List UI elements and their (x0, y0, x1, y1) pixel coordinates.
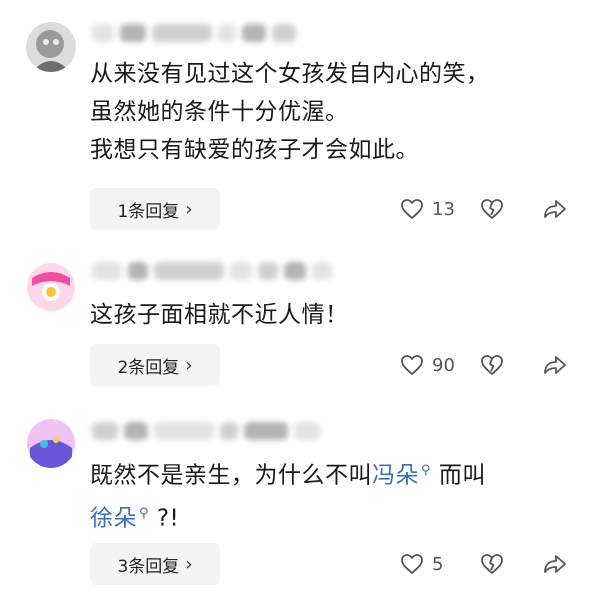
like-button[interactable]: 5 (400, 553, 480, 575)
comment-text-segment: 而叫 (431, 462, 486, 489)
comment-line: 从来没有见过这个女孩发自内心的笑， (90, 61, 490, 87)
like-count: 5 (432, 553, 444, 575)
chevron-right-icon: › (185, 354, 193, 376)
broken-heart-icon[interactable] (480, 553, 540, 575)
reply-count-label: 3条回复 (117, 556, 180, 577)
comment-actions: 90 (400, 344, 570, 386)
view-replies-button[interactable]: 2条回复 › (90, 344, 220, 386)
view-replies-button[interactable]: 3条回复 › (90, 543, 220, 585)
like-button[interactable]: 90 (400, 354, 480, 376)
comment-text: 从来没有见过这个女孩发自内心的笑， 虽然她的条件十分优渥。 我想只有缺爱的孩子才… (90, 55, 490, 169)
share-arrow-icon[interactable] (540, 198, 570, 220)
share-arrow-icon[interactable] (540, 354, 570, 376)
comment-text-segment: ?! (149, 505, 180, 532)
comment-text-segment: 既然不是亲生，为什么不叫 (90, 462, 372, 489)
like-button[interactable]: 13 (400, 198, 480, 220)
comment-line: 既然不是亲生，为什么不叫冯朵 ⚲ 而叫 (90, 452, 486, 495)
username-redacted[interactable] (92, 418, 320, 444)
comment-text: 既然不是亲生，为什么不叫冯朵 ⚲ 而叫 徐朵 ⚲ ?! (90, 452, 486, 537)
avatar[interactable] (26, 262, 76, 312)
heart-outline-icon[interactable] (400, 354, 424, 376)
chevron-right-icon: › (185, 198, 193, 220)
username-redacted[interactable] (92, 258, 332, 284)
like-count: 13 (432, 198, 455, 220)
comment-actions: 5 (400, 543, 570, 585)
reply-count-label: 2条回复 (117, 357, 180, 378)
comment-line: 虽然她的条件十分优渥。 (90, 99, 349, 125)
comment-line: 我想只有缺爱的孩子才会如此。 (90, 137, 419, 163)
comment-actions: 13 (400, 188, 570, 230)
like-count: 90 (432, 354, 455, 376)
share-arrow-icon[interactable] (540, 553, 570, 575)
view-replies-button[interactable]: 1条回复 › (90, 188, 220, 230)
comment-line: 徐朵 ⚲ ?! (90, 495, 486, 538)
username-redacted[interactable] (92, 20, 296, 46)
heart-outline-icon[interactable] (400, 198, 424, 220)
broken-heart-icon[interactable] (480, 198, 540, 220)
search-icon[interactable]: ⚲ (421, 452, 431, 490)
search-icon[interactable]: ⚲ (139, 495, 149, 533)
chevron-right-icon: › (185, 553, 193, 575)
avatar[interactable] (26, 418, 76, 468)
comment-text: 这孩子面相就不近人情！ (90, 296, 349, 334)
reply-count-label: 1条回复 (117, 201, 180, 222)
mention-link[interactable]: 冯朵 (372, 463, 419, 489)
comment-line: 这孩子面相就不近人情！ (90, 302, 349, 328)
avatar[interactable] (26, 22, 76, 72)
mention-link[interactable]: 徐朵 (90, 505, 137, 531)
broken-heart-icon[interactable] (480, 354, 540, 376)
heart-outline-icon[interactable] (400, 553, 424, 575)
